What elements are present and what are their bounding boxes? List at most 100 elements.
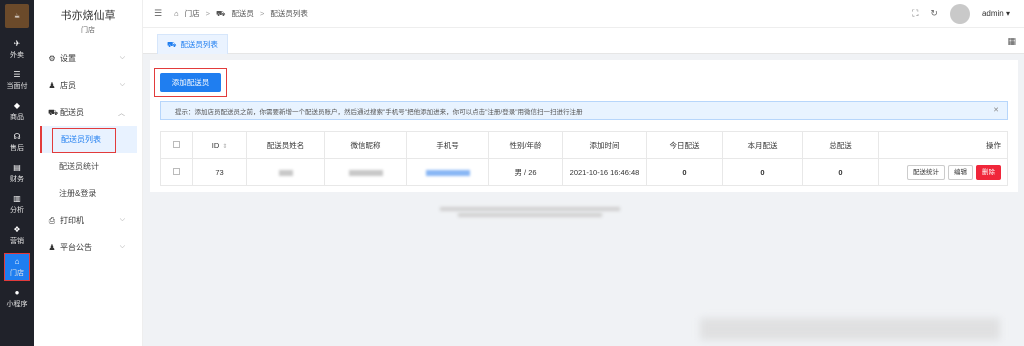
- cell-total: 0: [802, 158, 879, 186]
- list-icon: ☰: [13, 70, 21, 79]
- cell-today: 0: [646, 158, 723, 186]
- column-total: 总配送: [802, 131, 879, 159]
- printer-icon: ⎙: [48, 215, 56, 225]
- book-icon: ▤: [13, 163, 21, 172]
- cell-phone[interactable]: [406, 158, 489, 186]
- gift-icon: ❖: [13, 225, 21, 234]
- menu-printer-label: 打印机: [60, 216, 84, 225]
- table-header-row: ID ⇕ 配送员姓名 微信昵称 手机号 性别/年龄 添加时间 今日配送 本月配送 …: [160, 131, 1008, 159]
- truck-icon: ⛟: [48, 107, 59, 117]
- column-added-time: 添加时间: [562, 131, 647, 159]
- column-gender-age: 性别/年龄: [488, 131, 563, 159]
- rail-item-0[interactable]: ✈ 外卖: [0, 34, 34, 65]
- chevron-up-icon: ︿: [118, 110, 125, 117]
- select-all-cell[interactable]: [160, 131, 193, 159]
- rail-item-2[interactable]: ◆ 商品: [0, 96, 34, 127]
- column-id[interactable]: ID ⇕: [192, 131, 247, 159]
- cell-id: 73: [192, 158, 247, 186]
- menu-notice[interactable]: ♟ 平台公告 ⌵: [34, 234, 142, 261]
- tab-courier-list[interactable]: ⛟ 配送员列表: [157, 34, 228, 54]
- menu-settings-label: 设置: [60, 54, 76, 63]
- secondary-sidebar: 书亦烧仙草 门店 ⚙ 设置 ⌵ ♟ 店员 ⌵ ⛟ 配送员 ︿ 配送员列表 配送员统计 注册&…: [34, 0, 143, 346]
- breadcrumb-courier[interactable]: 配送员: [231, 8, 254, 19]
- menu-printer[interactable]: ⎙ 打印机 ⌵: [34, 207, 142, 234]
- cell-name: [246, 158, 325, 186]
- breadcrumb-store[interactable]: 门店: [185, 8, 200, 19]
- menu-courier-label: 配送员: [60, 108, 84, 117]
- rail-item-5[interactable]: ▥ 分析: [0, 189, 34, 220]
- rail-item-3[interactable]: ☊ 售后: [0, 127, 34, 158]
- cell-nickname: [324, 158, 407, 186]
- select-all-checkbox[interactable]: [173, 140, 180, 148]
- menu-courier-stats[interactable]: 配送员统计: [34, 153, 142, 180]
- bar-chart-icon: ▥: [13, 194, 21, 203]
- redacted-name: [278, 169, 293, 176]
- rail-item-label: 营销: [10, 238, 24, 245]
- tab-label: 配送员列表: [180, 40, 218, 49]
- tip-text: 提示：添加店员配送员之前，你需要新增一个配送员账户，然后通过搜索"手机号"把他添…: [175, 108, 583, 116]
- rail-item-label: 分析: [10, 207, 24, 214]
- breadcrumb-courier-list: 配送员列表: [270, 9, 308, 18]
- menu-notice-label: 平台公告: [60, 243, 92, 252]
- user-menu[interactable]: admin ▾: [982, 9, 1010, 18]
- fullscreen-icon[interactable]: ⛶: [912, 8, 918, 19]
- store-name: 书亦烧仙草: [60, 10, 116, 22]
- blurred-footer-text: [440, 205, 620, 221]
- delete-button[interactable]: 删除: [976, 164, 1001, 180]
- rail-item-label: 商品: [10, 114, 24, 121]
- column-name: 配送员姓名: [246, 131, 325, 159]
- chevron-down-icon: ⌵: [119, 243, 125, 250]
- avatar[interactable]: [949, 3, 970, 24]
- truck-icon: ⛟: [216, 8, 226, 18]
- store-icon: ⌂: [14, 256, 20, 266]
- menu-courier-list[interactable]: 配送员列表: [40, 126, 137, 153]
- rail-item-label: 财务: [10, 176, 24, 183]
- row-checkbox[interactable]: [173, 167, 180, 175]
- goods-icon: ◆: [13, 101, 21, 110]
- app-logo: ☕: [5, 4, 29, 28]
- grid-icon[interactable]: ▦: [1007, 36, 1016, 47]
- top-header: ☰ ⌂ 门店 > ⛟ 配送员 > 配送员列表 ⛶ ↻ admin ▾: [143, 0, 1024, 28]
- cell-actions: 配送统计 编辑 删除: [878, 158, 1008, 186]
- bike-icon: ✈: [13, 39, 21, 48]
- breadcrumb: ⌂ 门店 > ⛟ 配送员 > 配送员列表: [174, 8, 308, 19]
- table-row: 73 男 / 26 2021-10-16 16:46:48 0 0 0 配送统计…: [160, 158, 1008, 186]
- redacted-phone: [425, 169, 470, 176]
- rail-item-7[interactable]: ⌂ 门店: [4, 253, 30, 281]
- close-icon[interactable]: ✕: [993, 106, 999, 114]
- rail-item-6[interactable]: ❖ 营销: [0, 220, 34, 251]
- add-courier-button[interactable]: 添加配送员: [160, 73, 221, 92]
- column-actions: 操作: [878, 131, 1008, 159]
- rail-item-label: 小程序: [6, 301, 28, 308]
- user-icon: ♟: [48, 81, 56, 90]
- rail-item-label: 当面付: [6, 83, 28, 90]
- chat-icon: ●: [14, 288, 20, 297]
- chevron-down-icon: ⌵: [119, 81, 125, 88]
- store-brand: 书亦烧仙草 门店: [34, 0, 142, 35]
- column-today: 今日配送: [646, 131, 723, 159]
- store-icon: ⌂: [174, 9, 179, 18]
- courier-table: ID ⇕ 配送员姓名 微信昵称 手机号 性别/年龄 添加时间 今日配送 本月配送 …: [160, 131, 1008, 186]
- delivery-stats-button[interactable]: 配送统计: [907, 164, 945, 180]
- users-icon: ♟: [48, 243, 56, 252]
- sort-icon[interactable]: ⇕: [222, 144, 227, 150]
- refresh-icon[interactable]: ↻: [930, 8, 938, 19]
- tab-bar: ⛟ 配送员列表 ▦: [143, 28, 1024, 54]
- menu-register[interactable]: 注册&登录: [34, 180, 142, 207]
- username: admin: [981, 9, 1004, 18]
- gear-icon: ⚙: [48, 54, 56, 63]
- menu-shop-label: 店员: [60, 81, 76, 90]
- column-phone: 手机号: [406, 131, 489, 159]
- menu-courier[interactable]: ⛟ 配送员 ︿: [34, 99, 142, 126]
- collapse-menu-icon[interactable]: ☰: [154, 8, 162, 19]
- rail-item-4[interactable]: ▤ 财务: [0, 158, 34, 189]
- edit-button[interactable]: 编辑: [948, 164, 973, 180]
- rail-item-label: 门店: [10, 269, 24, 277]
- main-nav-rail: ☕ ✈ 外卖 ☰ 当面付 ◆ 商品 ☊ 售后 ▤ 财务 ▥ 分析 ❖ 营销 ⌂ 门店 ● 小程序: [0, 0, 34, 346]
- menu-settings[interactable]: ⚙ 设置 ⌵: [34, 45, 142, 72]
- row-select-cell[interactable]: [160, 158, 193, 186]
- rail-item-1[interactable]: ☰ 当面付: [0, 65, 34, 96]
- menu-shop[interactable]: ♟ 店员 ⌵: [34, 72, 142, 99]
- rail-item-8[interactable]: ● 小程序: [0, 283, 34, 314]
- breadcrumb-separator: >: [205, 9, 210, 18]
